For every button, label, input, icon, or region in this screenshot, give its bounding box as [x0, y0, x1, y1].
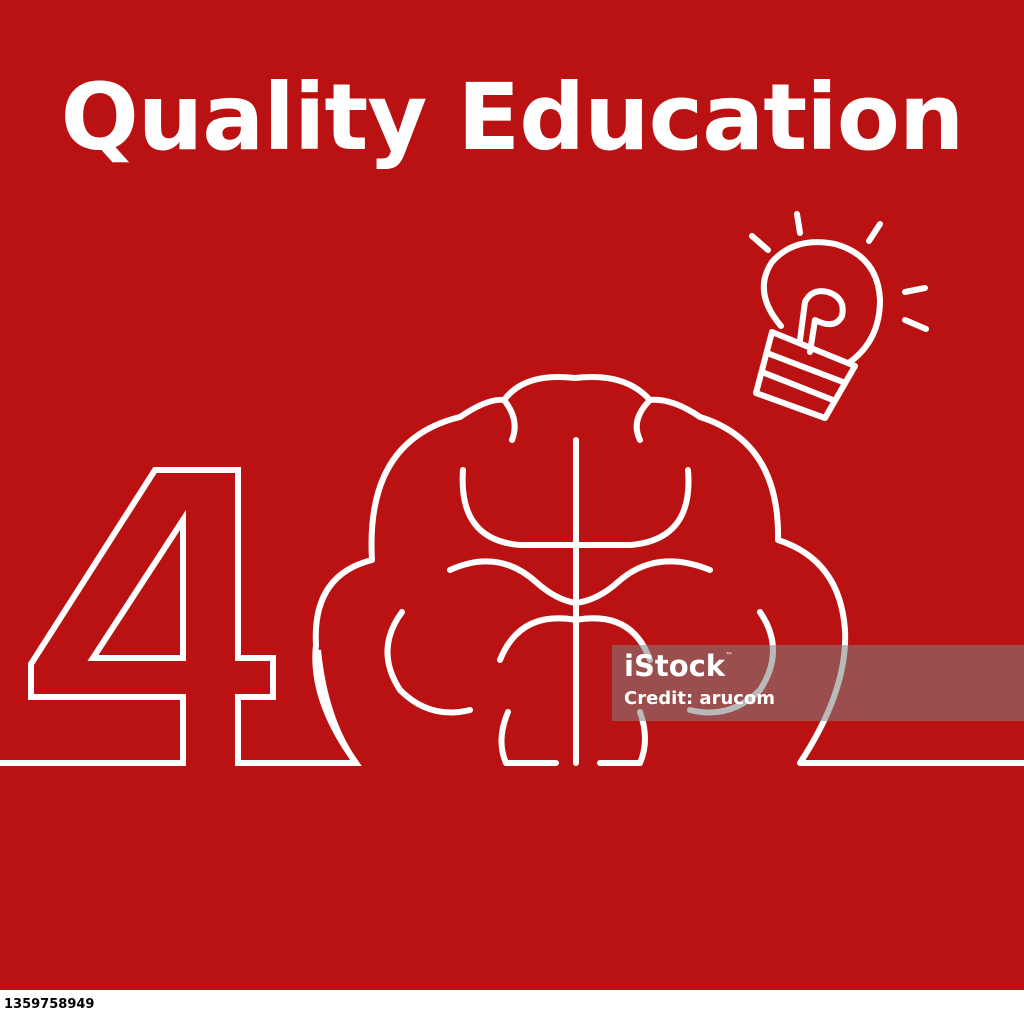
footer-strip: 1359758949 — [0, 990, 1024, 1024]
poster: Quality Education iStock™ Credit: arucom… — [0, 0, 1024, 1024]
bulb-ray-2 — [794, 211, 803, 236]
page-title: Quality Education — [60, 64, 965, 171]
bulb-ray-4 — [902, 285, 928, 295]
image-id: 1359758949 — [4, 997, 95, 1012]
watermark-credit: Credit: arucom — [624, 688, 776, 709]
watermark-trademark: ™ — [725, 651, 734, 660]
watermark-brand: iStock — [624, 649, 726, 683]
watermark-logo: iStock™ — [624, 652, 733, 681]
